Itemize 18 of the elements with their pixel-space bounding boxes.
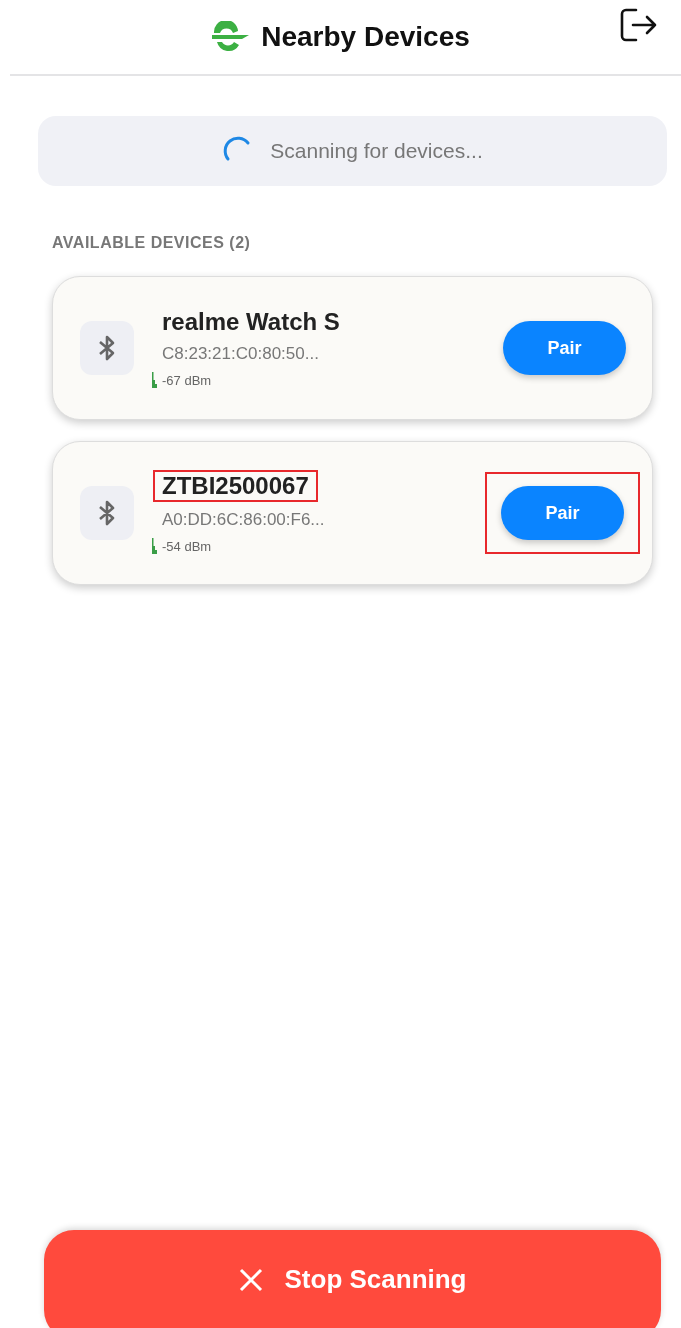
bluetooth-icon (98, 335, 116, 361)
section-heading: AVAILABLE DEVICES (2) (52, 234, 252, 252)
stop-scanning-button[interactable]: Stop Scanning (44, 1230, 661, 1328)
bluetooth-icon (98, 500, 116, 526)
close-icon (238, 1267, 263, 1292)
pair-button[interactable]: Pair (501, 486, 624, 540)
device-name: realme Watch S (162, 308, 340, 336)
page-title: Nearby Devices (261, 21, 470, 53)
signal-strength: -67 dBm (162, 372, 212, 388)
signal-icon (152, 372, 158, 388)
device-address: C8:23:21:C0:80:50... (162, 344, 320, 364)
scan-status-text: Scanning for devices... (270, 139, 483, 163)
pair-button[interactable]: Pair (503, 321, 626, 375)
signal-strength: -54 dBm (162, 538, 212, 554)
logout-button[interactable] (619, 6, 659, 44)
device-name: ZTBI2500067 (153, 470, 318, 502)
signal-icon (152, 538, 158, 554)
device-address: A0:DD:6C:86:00:F6... (162, 510, 326, 530)
